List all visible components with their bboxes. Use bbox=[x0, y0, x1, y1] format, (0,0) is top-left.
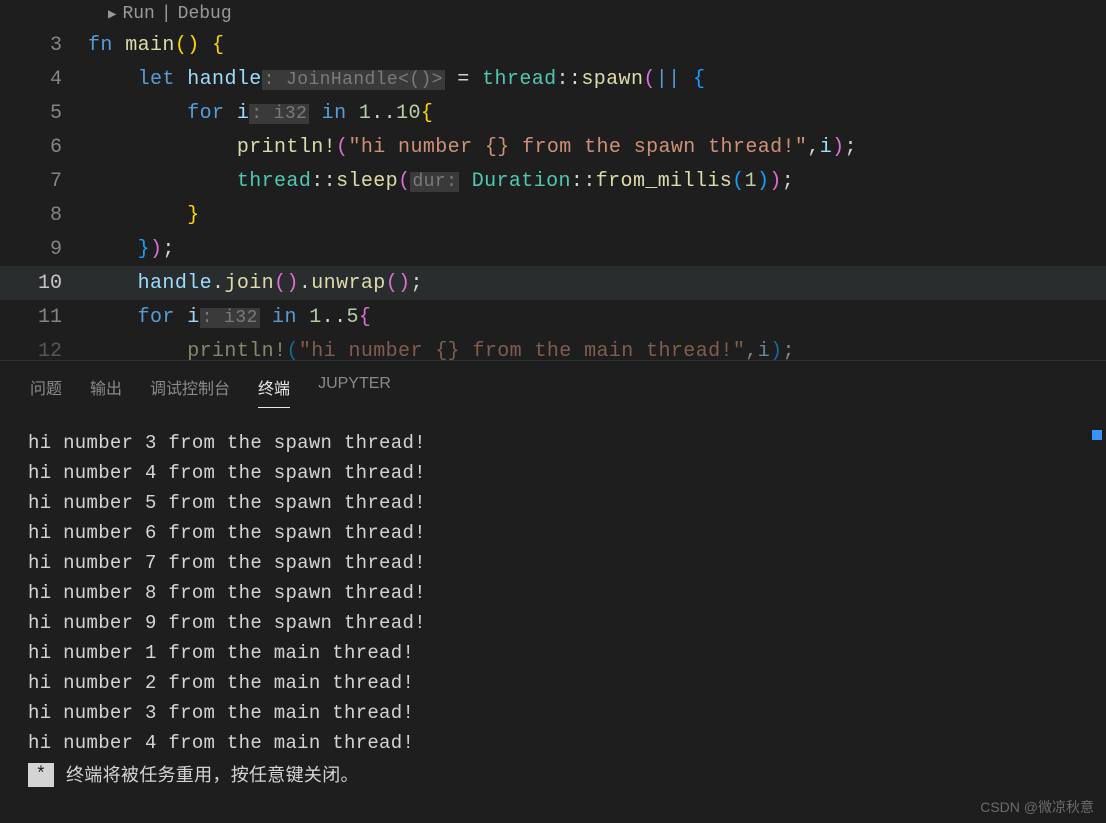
codelens-run[interactable]: Run bbox=[122, 4, 154, 24]
terminal-line: hi number 9 from the spawn thread! bbox=[28, 608, 1078, 638]
terminal-line: hi number 5 from the spawn thread! bbox=[28, 488, 1078, 518]
code-line: 3 fn main() { bbox=[0, 28, 1106, 62]
panel-tabs: 问题 输出 调试控制台 终端 JUPYTER bbox=[0, 361, 1106, 408]
line-number: 10 bbox=[0, 272, 88, 295]
code-area[interactable]: 3 fn main() { 4 let handle: JoinHandle<(… bbox=[0, 28, 1106, 360]
codelens-debug[interactable]: Debug bbox=[178, 4, 232, 24]
bottom-panel: 问题 输出 调试控制台 终端 JUPYTER hi number 3 from … bbox=[0, 360, 1106, 823]
code-line: 12 println!("hi number {} from the main … bbox=[0, 334, 1106, 360]
terminal-line: hi number 3 from the spawn thread! bbox=[28, 428, 1078, 458]
terminal-line: hi number 3 from the main thread! bbox=[28, 698, 1078, 728]
watermark: CSDN @微凉秋意 bbox=[980, 797, 1094, 817]
tab-output[interactable]: 输出 bbox=[90, 375, 122, 408]
code-line: 8 } bbox=[0, 198, 1106, 232]
code-line: 10 handle.join().unwrap(); bbox=[0, 266, 1106, 300]
terminal-line: hi number 4 from the main thread! bbox=[28, 728, 1078, 758]
codelens-sep: | bbox=[161, 4, 172, 24]
code-line: 5 for i: i32 in 1..10{ bbox=[0, 96, 1106, 130]
scrollbar-marker[interactable] bbox=[1092, 430, 1102, 440]
line-number: 8 bbox=[0, 204, 88, 227]
line-number: 6 bbox=[0, 136, 88, 159]
editor-pane: ▶ Run | Debug 3 fn main() { 4 let handle… bbox=[0, 0, 1106, 360]
tab-terminal[interactable]: 终端 bbox=[258, 375, 290, 408]
terminal-line: hi number 6 from the spawn thread! bbox=[28, 518, 1078, 548]
line-number: 3 bbox=[0, 34, 88, 57]
terminal-output[interactable]: hi number 3 from the spawn thread! hi nu… bbox=[0, 408, 1106, 790]
terminal-line: hi number 2 from the main thread! bbox=[28, 668, 1078, 698]
tab-problems[interactable]: 问题 bbox=[30, 375, 62, 408]
terminal-line: hi number 7 from the spawn thread! bbox=[28, 548, 1078, 578]
code-line: 4 let handle: JoinHandle<()> = thread::s… bbox=[0, 62, 1106, 96]
code-line: 6 println!("hi number {} from the spawn … bbox=[0, 130, 1106, 164]
line-number: 5 bbox=[0, 102, 88, 125]
line-number: 9 bbox=[0, 238, 88, 261]
terminal-line: hi number 8 from the spawn thread! bbox=[28, 578, 1078, 608]
line-number: 11 bbox=[0, 306, 88, 329]
codelens: ▶ Run | Debug bbox=[0, 0, 1106, 28]
code-line: 11 for i: i32 in 1..5{ bbox=[0, 300, 1106, 334]
terminal-line: hi number 4 from the spawn thread! bbox=[28, 458, 1078, 488]
terminal-line: hi number 1 from the main thread! bbox=[28, 638, 1078, 668]
code-line: 9 }); bbox=[0, 232, 1106, 266]
task-indicator-icon: * bbox=[28, 763, 54, 787]
line-number: 7 bbox=[0, 170, 88, 193]
line-number: 12 bbox=[0, 340, 88, 361]
terminal-footer: * 终端将被任务重用，按任意键关闭。 bbox=[28, 760, 1078, 790]
tab-jupyter[interactable]: JUPYTER bbox=[318, 375, 391, 408]
code-line: 7 thread::sleep(dur: Duration::from_mill… bbox=[0, 164, 1106, 198]
play-icon: ▶ bbox=[108, 6, 116, 23]
tab-debug-console[interactable]: 调试控制台 bbox=[150, 375, 230, 408]
terminal-footer-text: 终端将被任务重用，按任意键关闭。 bbox=[66, 760, 359, 790]
line-number: 4 bbox=[0, 68, 88, 91]
